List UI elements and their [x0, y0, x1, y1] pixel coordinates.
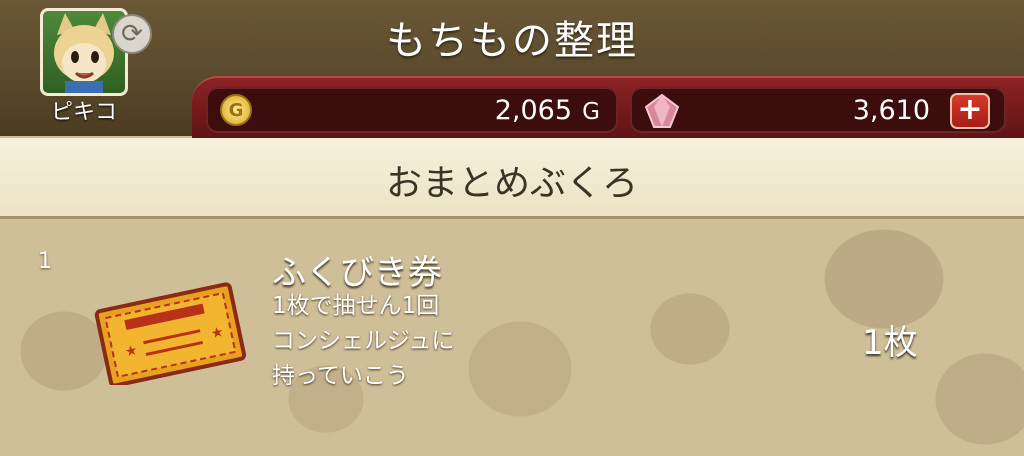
item-description: 1枚で抽せん1回 コンシェルジュに 持っていこう — [272, 289, 454, 394]
item-count: 1枚 — [862, 323, 918, 363]
gold-amount: 2,065 — [494, 95, 572, 126]
gold-unit: G — [582, 99, 600, 125]
gold-display: G 2,065 G — [206, 87, 618, 133]
character-portrait-icon — [54, 13, 114, 93]
gem-amount: 3,610 — [852, 95, 930, 126]
item-description-line: 持っていこう — [272, 363, 409, 389]
item-description-line: 1枚で抽せん1回 — [272, 293, 440, 319]
add-gems-button[interactable]: + — [950, 93, 990, 129]
gem-icon — [644, 93, 680, 128]
character-avatar[interactable] — [40, 8, 128, 96]
item-index: 1 — [38, 249, 52, 274]
page-title: もちもの整理 — [386, 18, 638, 64]
item-name: ふくびき券 — [272, 253, 442, 293]
section-title: おまとめぶくろ — [385, 163, 638, 204]
section-header: おまとめぶくろ — [0, 138, 1024, 219]
item-list: 1 ★ ★ ふくびき券 1枚で抽せん1回 コンシェルジュに 持っていこう 1枚 — [0, 219, 1024, 456]
item-description-line: コンシェルジュに — [272, 328, 455, 354]
currency-bar: G 2,065 G 3,610 + — [192, 76, 1024, 140]
swap-icon: ⟳ — [121, 19, 143, 49]
lottery-ticket-icon: ★ ★ — [94, 282, 247, 385]
header-bar: もちもの整理 ⟳ ピキコ G 2,065 G 3,610 + — [0, 0, 1024, 140]
swap-character-button[interactable]: ⟳ — [112, 14, 152, 54]
gem-display: 3,610 + — [630, 87, 1006, 133]
character-name: ピキコ — [50, 100, 117, 125]
gold-coin-icon: G — [220, 94, 252, 126]
